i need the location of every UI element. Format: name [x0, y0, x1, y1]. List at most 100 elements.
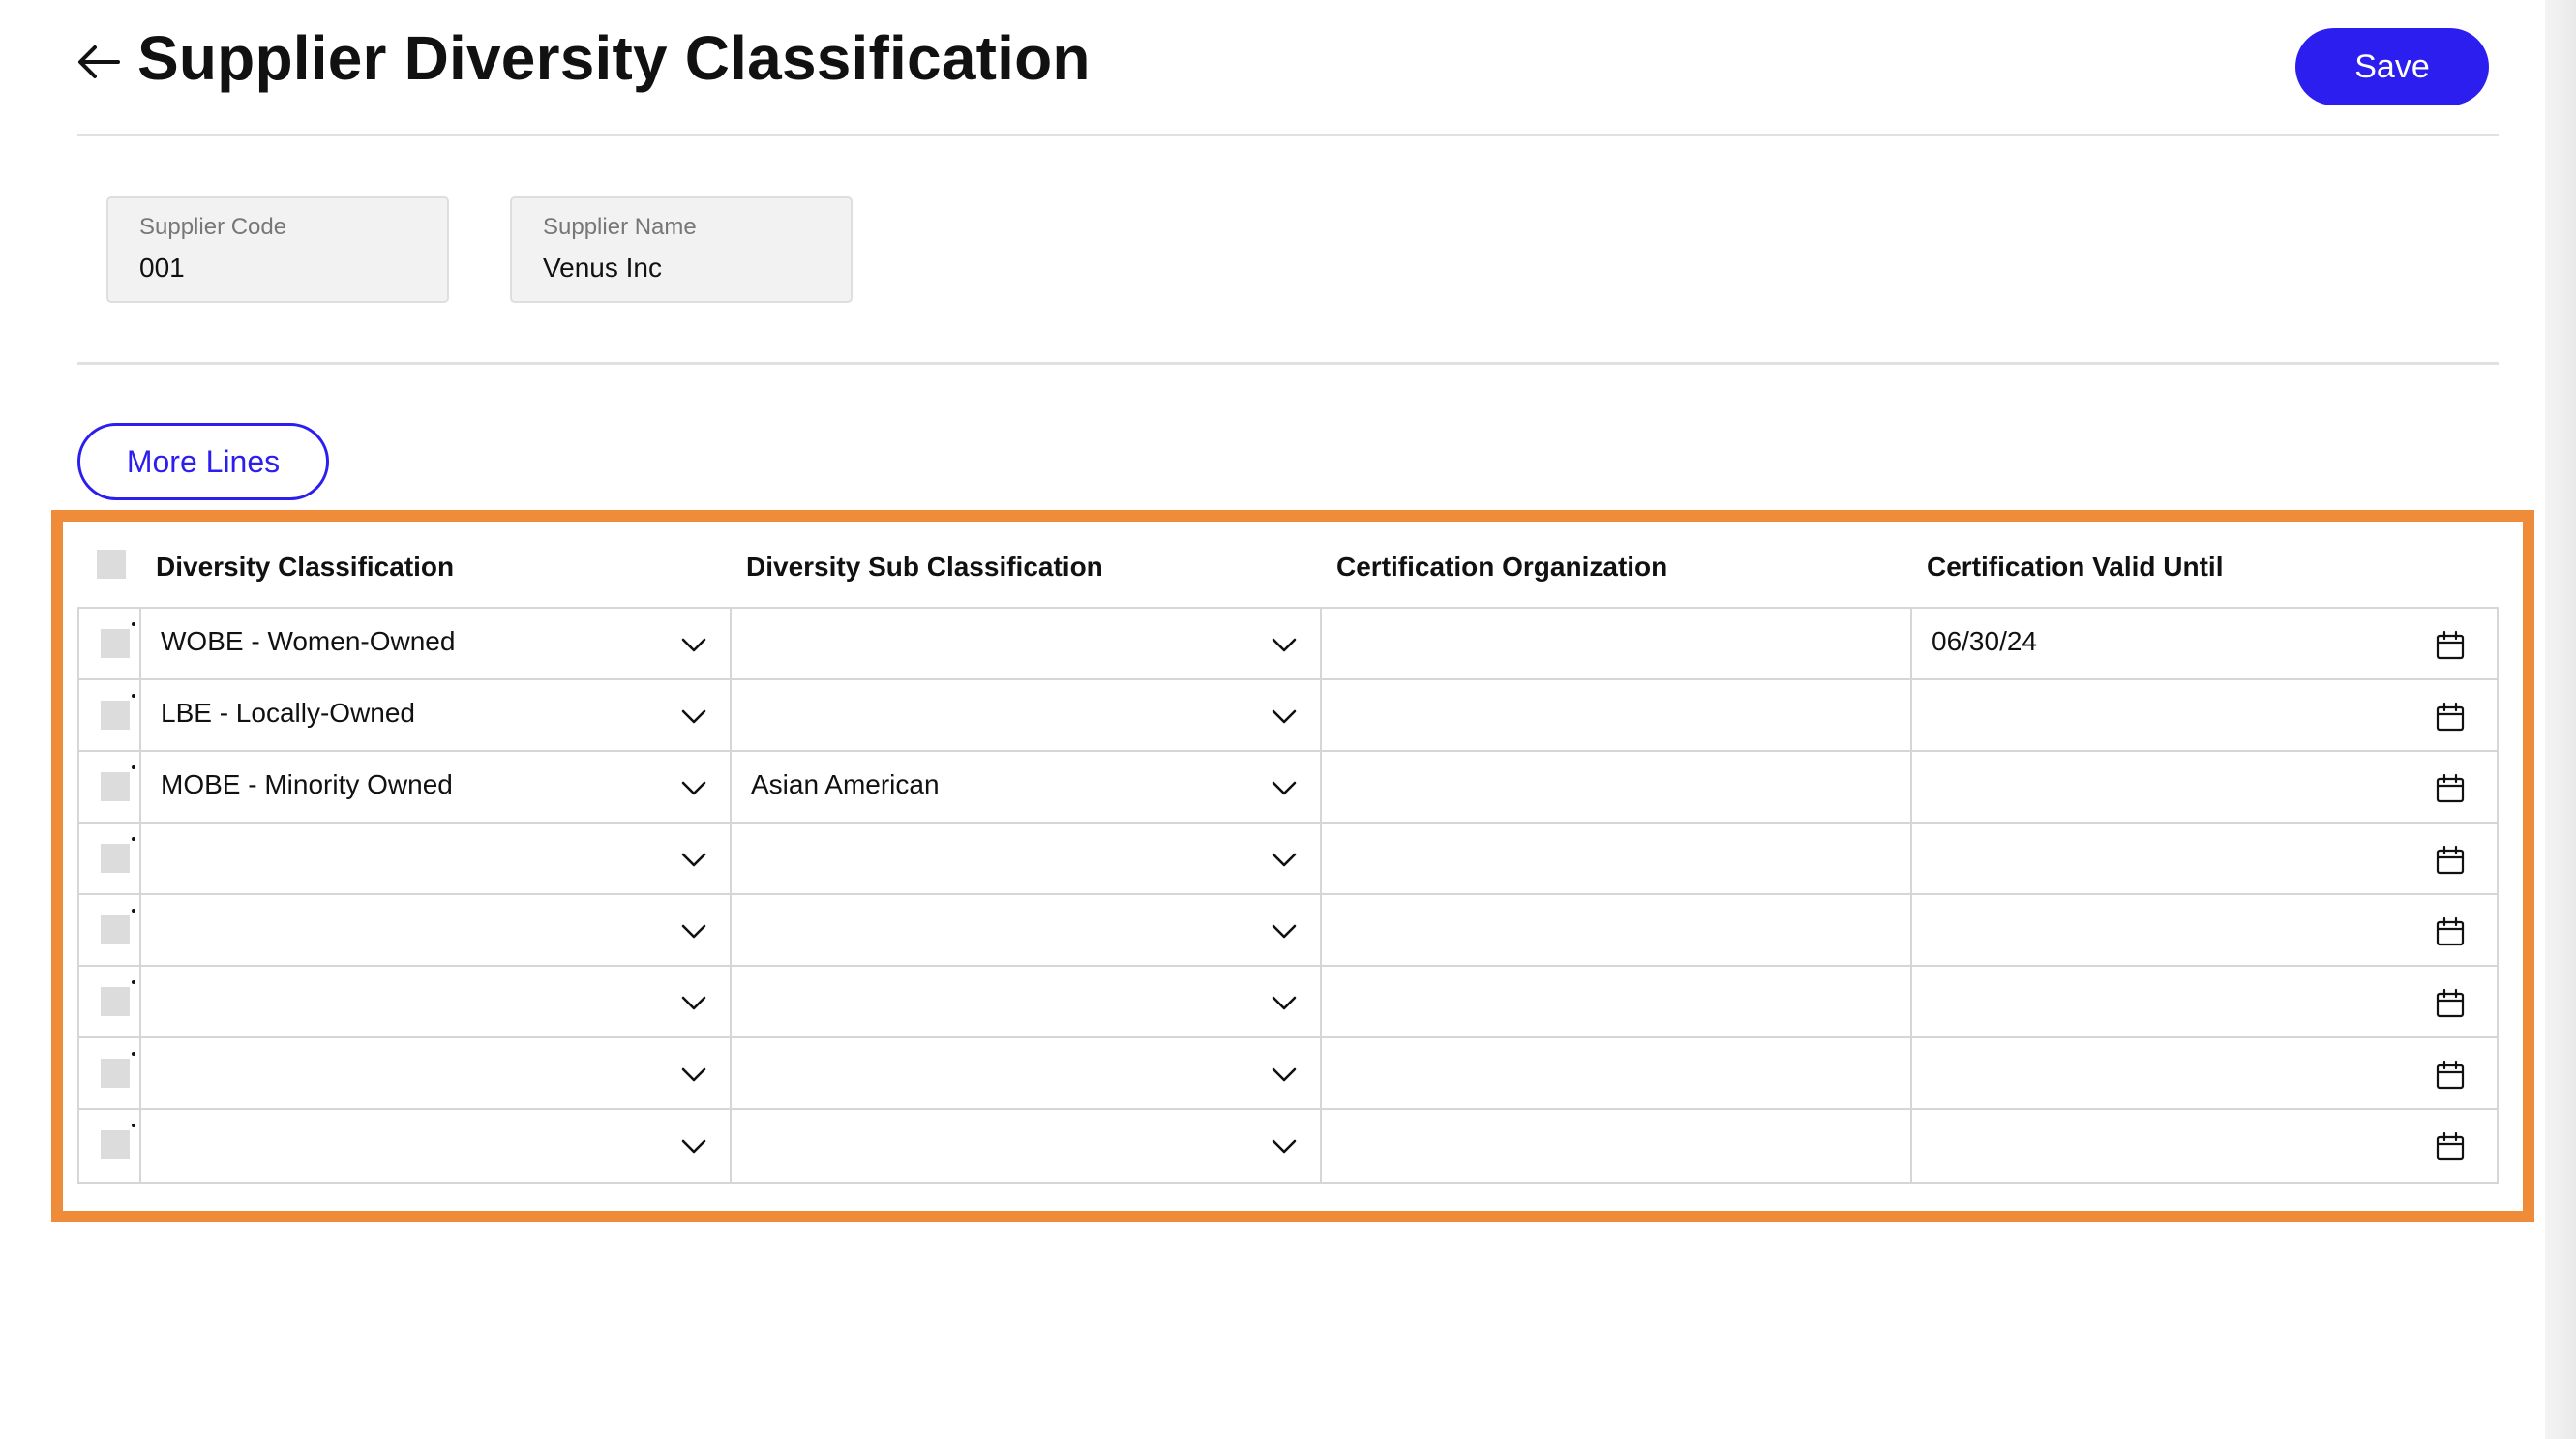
certification-valid-until-input[interactable]	[1910, 680, 2497, 752]
table-row	[79, 895, 2497, 967]
chevron-down-icon[interactable]	[1270, 702, 1299, 731]
calendar-icon[interactable]	[2435, 845, 2466, 876]
certification-valid-until-input[interactable]	[1910, 1110, 2497, 1182]
row-selector	[79, 967, 139, 1038]
diversity-sub-classification-select[interactable]: Asian American	[730, 752, 1320, 824]
row-selector	[79, 824, 139, 895]
certification-organization-input[interactable]	[1320, 752, 1910, 824]
header-divider	[77, 134, 2499, 136]
diversity-sub-classification-select[interactable]	[730, 1038, 1320, 1110]
calendar-icon[interactable]	[2435, 916, 2466, 947]
certification-valid-until-input[interactable]: 06/30/24	[1910, 609, 2497, 680]
section-divider	[77, 362, 2499, 365]
diversity-sub-classification-select[interactable]	[730, 967, 1320, 1038]
row-checkbox[interactable]	[101, 772, 130, 801]
table-row	[79, 1038, 2497, 1110]
row-checkbox[interactable]	[101, 1130, 130, 1159]
certification-organization-input[interactable]	[1320, 1110, 1910, 1182]
diversity-classification-value: WOBE - Women-Owned	[161, 626, 456, 656]
chevron-down-icon[interactable]	[679, 916, 708, 945]
certification-valid-until-input[interactable]	[1910, 967, 2497, 1038]
chevron-down-icon[interactable]	[679, 702, 708, 731]
calendar-icon[interactable]	[2435, 630, 2466, 661]
certification-organization-input[interactable]	[1320, 824, 1910, 895]
certification-valid-until-input[interactable]	[1910, 824, 2497, 895]
chevron-down-icon[interactable]	[1270, 1060, 1299, 1089]
column-header-certification-organization: Certification Organization	[1336, 552, 1668, 582]
diversity-classification-select[interactable]: WOBE - Women-Owned	[139, 609, 730, 680]
chevron-down-icon[interactable]	[679, 773, 708, 802]
row-marker-dot	[132, 909, 135, 913]
row-selector	[79, 752, 139, 824]
row-marker-dot	[132, 694, 135, 698]
row-marker-dot	[132, 1124, 135, 1127]
row-selector	[79, 1110, 139, 1182]
table-row: MOBE - Minority Owned Asian American	[79, 752, 2497, 824]
row-marker-dot	[132, 622, 135, 626]
calendar-icon[interactable]	[2435, 1060, 2466, 1091]
chevron-down-icon[interactable]	[1270, 630, 1299, 659]
chevron-down-icon[interactable]	[1270, 773, 1299, 802]
chevron-down-icon[interactable]	[679, 845, 708, 874]
supplier-code-value: 001	[139, 253, 185, 283]
diversity-classification-select[interactable]	[139, 824, 730, 895]
diversity-sub-classification-select[interactable]	[730, 680, 1320, 752]
chevron-down-icon[interactable]	[1270, 845, 1299, 874]
arrow-left-icon[interactable]	[75, 43, 122, 81]
supplier-code-label: Supplier Code	[139, 214, 287, 240]
chevron-down-icon[interactable]	[679, 1131, 708, 1160]
calendar-icon[interactable]	[2435, 702, 2466, 733]
diversity-classification-select[interactable]	[139, 1110, 730, 1182]
chevron-down-icon[interactable]	[679, 630, 708, 659]
certification-valid-until-input[interactable]	[1910, 1038, 2497, 1110]
certification-organization-input[interactable]	[1320, 680, 1910, 752]
row-checkbox[interactable]	[101, 844, 130, 873]
scrollbar-track[interactable]	[2545, 0, 2576, 1439]
diversity-classification-select[interactable]: LBE - Locally-Owned	[139, 680, 730, 752]
select-all-checkbox[interactable]	[97, 550, 126, 579]
diversity-classification-select[interactable]	[139, 895, 730, 967]
row-selector	[79, 895, 139, 967]
certification-organization-input[interactable]	[1320, 895, 1910, 967]
diversity-sub-classification-select[interactable]	[730, 609, 1320, 680]
diversity-classification-select[interactable]	[139, 1038, 730, 1110]
row-checkbox[interactable]	[101, 1059, 130, 1088]
diversity-classification-value: LBE - Locally-Owned	[161, 698, 416, 728]
calendar-icon[interactable]	[2435, 988, 2466, 1019]
diversity-sub-classification-select[interactable]	[730, 895, 1320, 967]
table-row	[79, 967, 2497, 1038]
diversity-sub-classification-value: Asian American	[751, 769, 940, 799]
chevron-down-icon[interactable]	[1270, 988, 1299, 1017]
certification-organization-input[interactable]	[1320, 967, 1910, 1038]
calendar-icon[interactable]	[2435, 773, 2466, 804]
certification-valid-until-input[interactable]	[1910, 752, 2497, 824]
diversity-classification-select[interactable]	[139, 967, 730, 1038]
row-selector	[79, 1038, 139, 1110]
certification-organization-input[interactable]	[1320, 609, 1910, 680]
column-header-diversity-classification: Diversity Classification	[156, 552, 455, 582]
diversity-classification-value: MOBE - Minority Owned	[161, 769, 453, 799]
table-row: WOBE - Women-Owned 06/30/24	[79, 609, 2497, 680]
diversity-sub-classification-select[interactable]	[730, 1110, 1320, 1182]
diversity-classification-select[interactable]: MOBE - Minority Owned	[139, 752, 730, 824]
certification-valid-until-input[interactable]	[1910, 895, 2497, 967]
row-selector	[79, 609, 139, 680]
save-button[interactable]: Save	[2295, 28, 2489, 105]
calendar-icon[interactable]	[2435, 1131, 2466, 1162]
chevron-down-icon[interactable]	[679, 988, 708, 1017]
chevron-down-icon[interactable]	[679, 1060, 708, 1089]
certification-organization-input[interactable]	[1320, 1038, 1910, 1110]
supplier-name-value: Venus Inc	[543, 253, 662, 283]
row-checkbox[interactable]	[101, 987, 130, 1016]
row-checkbox[interactable]	[101, 701, 130, 730]
row-selector	[79, 680, 139, 752]
column-header-certification-valid-until: Certification Valid Until	[1927, 552, 2224, 582]
chevron-down-icon[interactable]	[1270, 1131, 1299, 1160]
diversity-sub-classification-select[interactable]	[730, 824, 1320, 895]
chevron-down-icon[interactable]	[1270, 916, 1299, 945]
row-marker-dot	[132, 1052, 135, 1056]
row-marker-dot	[132, 980, 135, 984]
more-lines-button[interactable]: More Lines	[77, 423, 329, 500]
row-checkbox[interactable]	[101, 629, 130, 658]
row-checkbox[interactable]	[101, 915, 130, 944]
